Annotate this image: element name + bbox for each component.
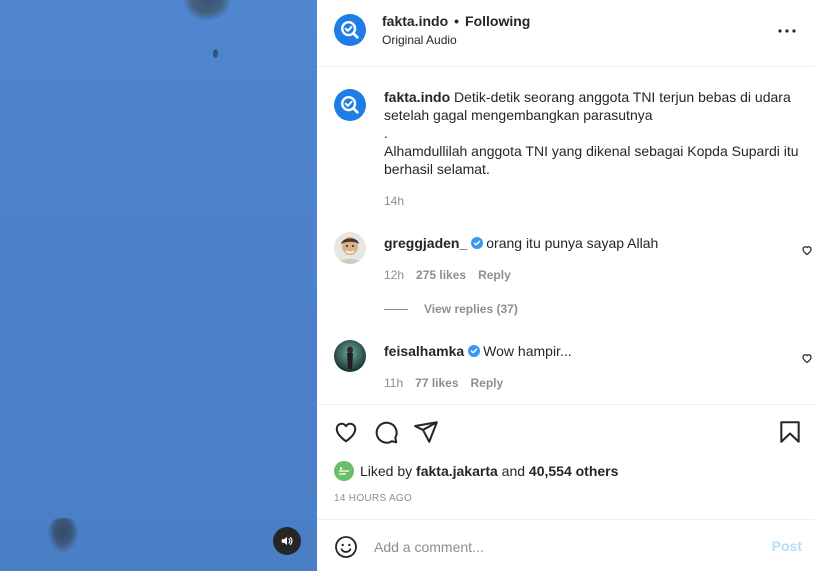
liked-by-prefix: Liked by <box>360 463 413 479</box>
like-comment-heart-icon[interactable] <box>801 244 813 256</box>
share-send-icon[interactable] <box>413 419 439 445</box>
comment-username[interactable]: greggjaden_ <box>384 235 467 251</box>
comment-likes[interactable]: 77 likes <box>415 374 458 392</box>
verified-badge-icon <box>468 345 481 357</box>
avatar[interactable] <box>334 461 354 481</box>
post-actions: Liked by fakta.jakarta and 40,554 others… <box>317 404 815 519</box>
post-button[interactable]: Post <box>772 538 802 554</box>
like-comment-heart-icon[interactable] <box>801 352 813 364</box>
separator-dot: • <box>454 13 460 29</box>
avatar[interactable] <box>334 89 366 121</box>
like-heart-icon[interactable] <box>333 419 359 445</box>
liked-by-middle: and <box>501 463 526 479</box>
more-icon <box>778 29 796 33</box>
comment-bubble-icon[interactable] <box>373 419 399 445</box>
video-object <box>213 49 218 58</box>
more-options-button[interactable] <box>777 21 797 41</box>
comment-item: feisalhamka Wow hampir... 11h 77 likes Re… <box>334 340 812 392</box>
comment-input[interactable] <box>374 534 754 560</box>
caption-separator: . <box>384 125 388 141</box>
search-check-logo-icon <box>341 21 359 39</box>
verified-badge-icon <box>471 237 484 249</box>
avatar[interactable] <box>334 232 366 264</box>
bookmark-icon[interactable] <box>777 419 803 445</box>
liked-by-user[interactable]: fakta.jakarta <box>416 463 498 479</box>
post-video[interactable] <box>0 0 317 571</box>
liked-by: Liked by fakta.jakarta and 40,554 others <box>334 461 618 481</box>
search-check-logo-icon <box>341 96 359 114</box>
caption-time[interactable]: 14h <box>384 192 804 210</box>
comment-username[interactable]: feisalhamka <box>384 343 464 359</box>
video-object <box>48 518 78 552</box>
comment-item: greggjaden_ orang itu punya sayap Allah 1… <box>334 232 812 284</box>
avatar[interactable] <box>334 14 366 46</box>
add-comment-bar: Post <box>317 519 815 571</box>
caption-username[interactable]: fakta.indo <box>384 89 450 105</box>
comment-text: Wow hampir... <box>483 343 572 359</box>
post-timestamp[interactable]: 14 HOURS AGO <box>334 493 412 504</box>
audio-toggle-button[interactable] <box>273 527 301 555</box>
view-replies-button[interactable]: View replies (37) <box>384 302 518 316</box>
audio-label[interactable]: Original Audio <box>382 33 530 47</box>
comments-section[interactable]: fakta.indo Detik-detik seorang anggota T… <box>317 68 815 404</box>
comment-time[interactable]: 11h <box>384 374 403 392</box>
comment-time[interactable]: 12h <box>384 266 404 284</box>
reply-button[interactable]: Reply <box>471 374 504 392</box>
post-header: fakta.indo • Following Original Audio <box>317 0 815 67</box>
reply-button[interactable]: Reply <box>478 266 511 284</box>
post-panel: fakta.indo • Following Original Audio fa… <box>317 0 815 571</box>
following-button[interactable]: Following <box>465 13 530 29</box>
likes-count[interactable]: 40,554 others <box>529 463 619 479</box>
comment-text: orang itu punya sayap Allah <box>486 235 659 251</box>
author-username[interactable]: fakta.indo <box>382 13 448 29</box>
caption-text: Alhamdullilah anggota TNI yang dikenal s… <box>384 143 799 177</box>
caption: fakta.indo Detik-detik seorang anggota T… <box>334 88 804 210</box>
divider <box>384 308 408 310</box>
avatar[interactable] <box>334 340 366 372</box>
view-replies-label: View replies (37) <box>424 302 518 316</box>
comment-likes[interactable]: 275 likes <box>416 266 466 284</box>
video-object <box>184 0 230 20</box>
emoji-icon[interactable] <box>334 535 358 559</box>
speaker-icon <box>281 536 293 546</box>
